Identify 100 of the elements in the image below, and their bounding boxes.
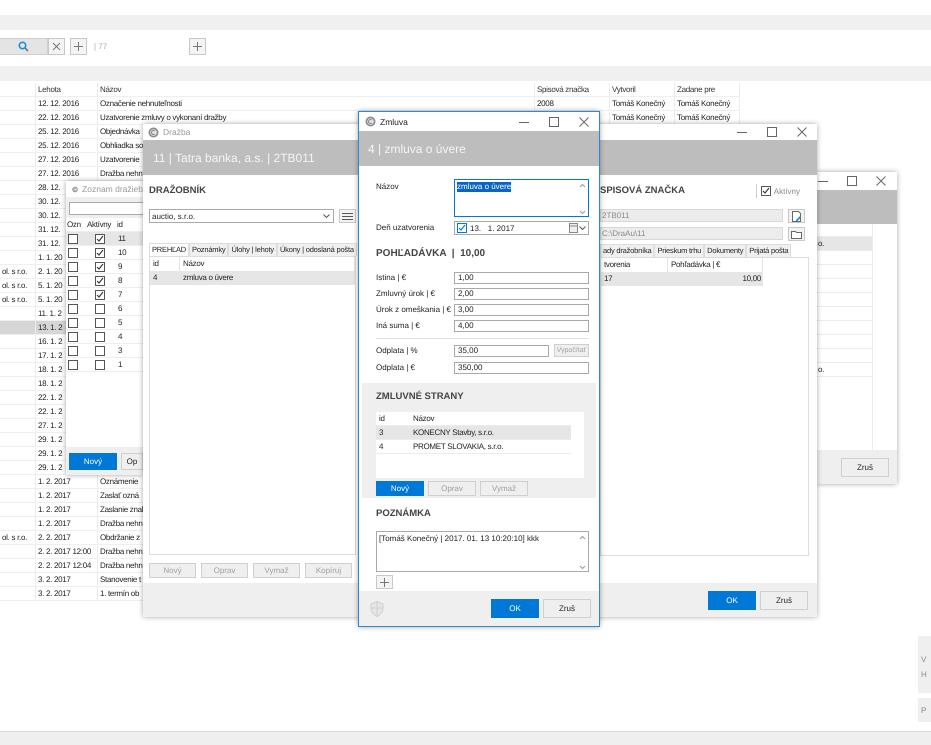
checkbox[interactable] xyxy=(457,223,467,233)
date-field[interactable]: 13. 1. 2017 xyxy=(454,221,589,235)
column-header[interactable]: Názov xyxy=(183,259,204,268)
input-field[interactable]: 35,00 xyxy=(454,344,549,356)
dropdown[interactable]: auctio, s.r.o. xyxy=(149,209,334,223)
scrollbar[interactable] xyxy=(578,534,587,571)
name-field[interactable]: zmluva o úvere xyxy=(454,179,589,217)
checkbox[interactable] xyxy=(95,234,105,244)
checkbox[interactable] xyxy=(95,346,105,356)
list-row[interactable]: 9 xyxy=(66,260,143,274)
checkbox[interactable] xyxy=(760,186,771,196)
table-row[interactable]: 17 10,00 xyxy=(601,272,763,286)
new-button[interactable]: Nový xyxy=(376,481,424,496)
search-field[interactable] xyxy=(0,38,48,55)
filter-field[interactable] xyxy=(69,202,143,215)
table-cell: Obhliadka so xyxy=(100,141,144,150)
add-button[interactable] xyxy=(70,38,87,55)
column-header[interactable]: tvorenia xyxy=(604,260,630,269)
checkbox[interactable] xyxy=(68,360,78,370)
checkbox[interactable] xyxy=(68,318,78,328)
column-header[interactable]: Pohľadávka | € xyxy=(671,260,720,269)
list-row[interactable]: 3 xyxy=(66,344,143,358)
cancel-button[interactable]: Zruš xyxy=(543,599,591,618)
table-row[interactable]: 3 KONECNY Stavby, s.r.o. xyxy=(376,426,571,440)
menu-icon xyxy=(342,212,353,220)
table-cell: Dražba nehn xyxy=(100,547,143,556)
table-cell: ol. s r.o. xyxy=(2,295,28,304)
list-row[interactable]: 4 xyxy=(66,330,143,344)
checkbox[interactable] xyxy=(95,276,105,286)
list-row[interactable]: 10 xyxy=(66,246,143,260)
maximize-icon[interactable] xyxy=(847,176,857,186)
table-cell: 5. 1. 20 xyxy=(38,295,62,304)
add-button[interactable] xyxy=(376,575,393,589)
dropdown-value: auctio, s.r.o. xyxy=(152,212,196,220)
checkbox[interactable] xyxy=(68,346,78,356)
app-icon xyxy=(365,116,376,127)
calendar-icon[interactable] xyxy=(569,223,578,233)
input-field[interactable]: 1,00 xyxy=(454,272,589,284)
cancel-button[interactable]: Zruš xyxy=(841,458,889,476)
input-field[interactable]: 3,00 xyxy=(454,304,589,316)
list-row[interactable]: 8 xyxy=(66,274,143,288)
column-header[interactable]: Vytvoril xyxy=(612,85,636,94)
checkbox[interactable] xyxy=(68,262,78,272)
column-header[interactable]: Lehota xyxy=(38,85,61,94)
list-row[interactable]: 5 xyxy=(66,316,143,330)
ok-button[interactable]: OK xyxy=(491,599,539,618)
checkbox[interactable] xyxy=(68,290,78,300)
table-row[interactable]: o. xyxy=(817,237,872,251)
checkbox[interactable] xyxy=(95,318,105,328)
column-header[interactable]: Ozn xyxy=(66,220,86,229)
clear-button[interactable] xyxy=(48,38,65,55)
table-cell: 17. 1. 2 xyxy=(38,351,62,360)
checkbox[interactable] xyxy=(95,248,105,258)
table-cell: Tomáš Konečný xyxy=(677,113,730,122)
input-field[interactable]: 4,00 xyxy=(454,320,589,332)
column-header[interactable]: id xyxy=(153,259,159,268)
column-header[interactable]: Aktívny xyxy=(86,220,116,229)
menu-button[interactable] xyxy=(339,209,356,223)
close-icon[interactable] xyxy=(797,127,807,137)
checkbox[interactable] xyxy=(68,234,78,244)
column-header[interactable]: id xyxy=(116,220,143,229)
checkbox[interactable] xyxy=(68,304,78,314)
search-icon[interactable] xyxy=(18,41,29,52)
checkbox[interactable] xyxy=(68,276,78,286)
input-field[interactable]: 2,00 xyxy=(454,288,589,300)
browse-button[interactable] xyxy=(788,227,805,241)
column-header[interactable]: Názov xyxy=(413,414,434,423)
list-row[interactable]: 11 xyxy=(66,232,143,246)
table-cell: 1. 2. 2017 xyxy=(38,491,71,500)
list-row[interactable]: 7 xyxy=(66,288,143,302)
scrollbar[interactable] xyxy=(578,182,587,216)
checkbox[interactable] xyxy=(95,290,105,300)
checkbox[interactable] xyxy=(95,332,105,342)
ok-button[interactable]: OK xyxy=(708,590,756,610)
table-row[interactable]: 4 PROMET SLOVAKIA, s.r.o. xyxy=(376,440,571,454)
caret-icon xyxy=(323,214,330,218)
checkbox[interactable] xyxy=(95,262,105,272)
column-header[interactable]: Spisová značka xyxy=(537,85,589,94)
new-button[interactable]: Nový xyxy=(69,452,117,470)
checkbox[interactable] xyxy=(68,248,78,258)
checkbox[interactable] xyxy=(68,332,78,342)
column-header[interactable]: id xyxy=(379,414,385,423)
checkbox[interactable] xyxy=(95,304,105,314)
cancel-button[interactable]: Zruš xyxy=(760,590,808,610)
edit-button[interactable] xyxy=(788,209,805,223)
table-row[interactable]: 4 zmluva o úvere xyxy=(150,271,355,285)
list-row[interactable]: 6 xyxy=(66,302,143,316)
column-header[interactable]: Zadane pre xyxy=(677,85,715,94)
edit-button[interactable]: Op xyxy=(121,452,143,470)
checkbox[interactable] xyxy=(95,360,105,370)
table-cell: 27. 12. 2016 xyxy=(38,169,79,178)
maximize-icon[interactable] xyxy=(767,127,777,137)
maximize-icon[interactable] xyxy=(549,116,559,126)
column-header[interactable]: Názov xyxy=(100,85,122,94)
list-row[interactable]: 1 xyxy=(66,358,143,372)
add-button[interactable] xyxy=(189,38,206,55)
input-field[interactable]: 350,00 xyxy=(454,362,589,374)
close-icon[interactable] xyxy=(579,116,589,126)
close-icon[interactable] xyxy=(876,176,886,186)
note-field[interactable]: [Tomáš Konečný | 2017. 01. 13 10:20:10] kkk xyxy=(376,531,589,572)
